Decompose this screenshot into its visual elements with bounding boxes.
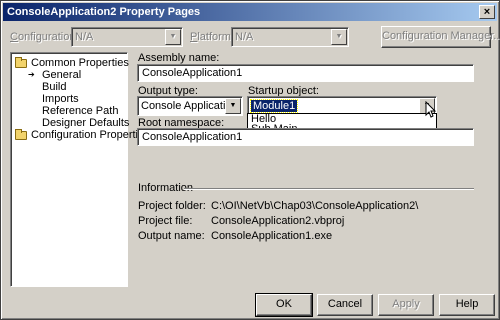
ok-button[interactable]: OK bbox=[255, 293, 313, 317]
folder-open-icon bbox=[15, 57, 27, 68]
chevron-down-icon[interactable]: ▼ bbox=[331, 29, 347, 45]
output-type-value: Console Application bbox=[141, 100, 238, 112]
project-file-label: Project file: bbox=[138, 215, 193, 227]
tree-item-build[interactable]: Build bbox=[42, 81, 66, 93]
assembly-name-value: ConsoleApplication1 bbox=[142, 67, 243, 79]
output-name-label: Output name: bbox=[138, 230, 205, 242]
configuration-manager-button[interactable]: Configuration Manager... bbox=[381, 26, 500, 48]
arrow-right-icon: ➔ bbox=[28, 70, 35, 79]
help-button[interactable]: Help bbox=[439, 294, 495, 316]
platform-label: Platform: bbox=[190, 31, 235, 43]
configuration-label: Configuration: bbox=[10, 31, 79, 43]
chevron-down-icon[interactable]: ▼ bbox=[225, 98, 241, 114]
window-title: ConsoleApplication2 Property Pages bbox=[7, 6, 201, 18]
tree-item-configuration-properties[interactable]: Configuration Properties bbox=[31, 129, 150, 141]
platform-dropdown[interactable]: N/A ▼ bbox=[231, 27, 349, 47]
information-separator bbox=[184, 188, 474, 190]
root-namespace-input[interactable]: ConsoleApplication1 bbox=[137, 128, 474, 146]
tree-item-common-properties[interactable]: Common Properties bbox=[31, 57, 129, 69]
folder-icon bbox=[15, 129, 27, 140]
platform-value: N/A bbox=[235, 31, 254, 43]
cancel-button[interactable]: Cancel bbox=[317, 294, 373, 316]
configuration-label-text: onfiguration: bbox=[17, 31, 79, 43]
root-namespace-value: ConsoleApplication1 bbox=[142, 131, 243, 143]
tree-item-imports[interactable]: Imports bbox=[42, 93, 79, 105]
title-bar[interactable]: ConsoleApplication2 Property Pages × bbox=[3, 3, 497, 21]
chevron-down-icon[interactable]: ▼ bbox=[165, 29, 181, 45]
output-name-value: ConsoleApplication1.exe bbox=[211, 230, 333, 242]
assembly-name-input[interactable]: ConsoleApplication1 bbox=[137, 64, 474, 82]
assembly-name-label: Assembly name: bbox=[138, 52, 220, 64]
project-folder-label: Project folder: bbox=[138, 200, 206, 212]
project-file-value: ConsoleApplication2.vbproj bbox=[211, 215, 345, 227]
property-tree[interactable]: Common Properties ➔ General Build Import… bbox=[10, 52, 150, 287]
mouse-pointer-icon bbox=[425, 101, 437, 118]
tree-item-general[interactable]: General bbox=[42, 69, 81, 81]
project-folder-value: C:\OI\NetVb\Chap03\ConsoleApplication2\ bbox=[211, 200, 419, 212]
apply-button[interactable]: Apply bbox=[378, 294, 434, 316]
configuration-value: N/A bbox=[75, 31, 94, 43]
tree-item-reference-path[interactable]: Reference Path bbox=[42, 105, 118, 117]
close-icon[interactable]: × bbox=[479, 5, 495, 19]
configuration-dropdown[interactable]: N/A ▼ bbox=[71, 27, 183, 47]
tree-item-designer-defaults[interactable]: Designer Defaults bbox=[42, 117, 129, 129]
startup-object-value: Module1 bbox=[249, 99, 299, 113]
output-type-dropdown[interactable]: Console Application ▼ bbox=[137, 96, 243, 116]
property-pages-window: ConsoleApplication2 Property Pages × Con… bbox=[0, 0, 500, 320]
